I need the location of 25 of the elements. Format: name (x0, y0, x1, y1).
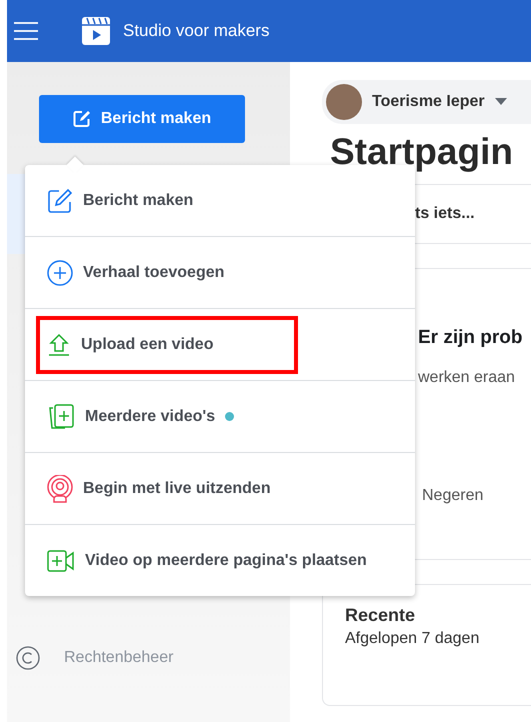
alert-text: werken eraan (418, 369, 516, 387)
composer-hint: ts iets... (415, 205, 476, 223)
edit-icon (72, 110, 91, 128)
photo-placeholder (326, 84, 362, 120)
page-selector[interactable]: Toerisme Ieper (322, 80, 531, 124)
recent-period: Afgelopen 7 dagen (345, 630, 480, 648)
menu-item[interactable]: Verhaal toevoegen (25, 236, 415, 308)
menu-item[interactable]: Begin met live uitzenden (25, 452, 415, 524)
menu-item[interactable]: Video op meerdere pagina's plaatsen (25, 524, 415, 596)
caret-icon (494, 98, 507, 106)
plus-circle-icon (47, 260, 73, 286)
add-videos-icon (47, 404, 75, 430)
menu-icon[interactable] (13, 21, 39, 41)
alert-title: Er zijn prob (418, 327, 524, 349)
create-post-button[interactable]: Bericht maken (39, 95, 245, 143)
app-title: Studio voor makers (123, 21, 270, 41)
live-broadcast-icon (47, 474, 73, 502)
clapperboard-icon (81, 16, 111, 46)
edit-icon (47, 188, 73, 214)
recent-title: Recente (345, 605, 416, 626)
upload-icon (47, 332, 71, 356)
dismiss-link[interactable]: Negeren (422, 487, 531, 505)
menu-item[interactable]: Meerdere video's (25, 380, 415, 452)
copyright-icon (16, 646, 40, 670)
video-camera-plus-icon (47, 550, 75, 572)
